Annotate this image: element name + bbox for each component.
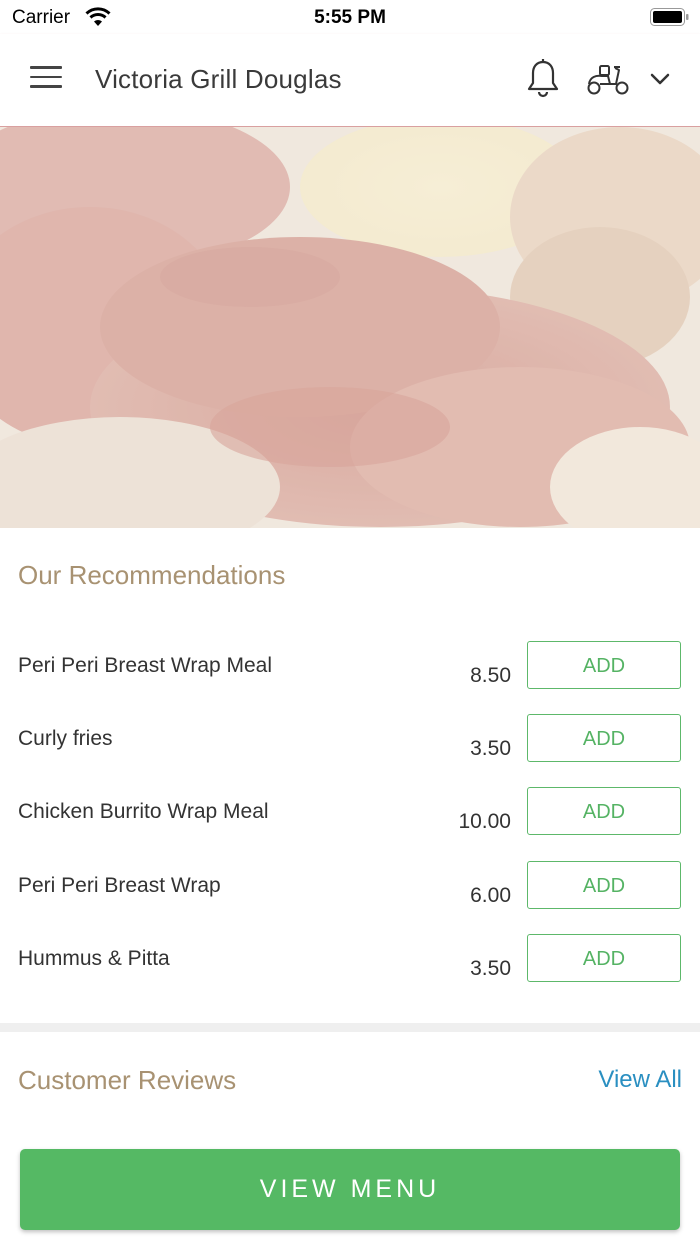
reviews-heading: Customer Reviews — [18, 1065, 237, 1095]
item-price: 10.00 — [458, 810, 511, 833]
add-button[interactable]: ADD — [527, 714, 681, 762]
add-button[interactable]: ADD — [527, 861, 681, 909]
chevron-down-icon[interactable] — [648, 68, 672, 90]
hamburger-menu-icon[interactable] — [30, 66, 62, 92]
item-name: Peri Peri Breast Wrap — [18, 874, 221, 897]
menu-item: Hummus & Pitta 3.50 ADD — [0, 934, 700, 1007]
item-price: 6.00 — [470, 884, 511, 907]
page-title: Victoria Grill Douglas — [95, 64, 342, 94]
menu-item: Peri Peri Breast Wrap 6.00 ADD — [0, 861, 700, 934]
app-header: Victoria Grill Douglas — [0, 34, 700, 127]
status-bar: Carrier 5:55 PM — [0, 0, 700, 34]
add-button[interactable]: ADD — [527, 934, 681, 982]
item-name: Hummus & Pitta — [18, 947, 170, 970]
hero-food-image — [0, 127, 700, 528]
item-price: 3.50 — [470, 737, 511, 760]
clock: 5:55 PM — [314, 7, 386, 28]
bell-icon[interactable] — [524, 58, 562, 100]
scooter-icon[interactable] — [586, 62, 630, 96]
view-menu-button[interactable]: VIEW MENU — [20, 1149, 680, 1230]
menu-item: Chicken Burrito Wrap Meal 10.00 ADD — [0, 787, 700, 860]
section-divider — [0, 1023, 700, 1032]
battery-icon — [650, 8, 689, 26]
view-all-link[interactable]: View All — [598, 1066, 682, 1094]
item-price: 3.50 — [470, 957, 511, 980]
hero-image-graphic — [0, 127, 700, 528]
menu-item: Peri Peri Breast Wrap Meal 8.50 ADD — [0, 641, 700, 714]
item-price: 8.50 — [470, 664, 511, 687]
item-name: Curly fries — [18, 727, 113, 750]
recommendations-heading: Our Recommendations — [18, 560, 286, 590]
item-name: Chicken Burrito Wrap Meal — [18, 800, 269, 823]
add-button[interactable]: ADD — [527, 787, 681, 835]
item-name: Peri Peri Breast Wrap Meal — [18, 654, 273, 677]
add-button[interactable]: ADD — [527, 641, 681, 689]
menu-item: Curly fries 3.50 ADD — [0, 714, 700, 787]
